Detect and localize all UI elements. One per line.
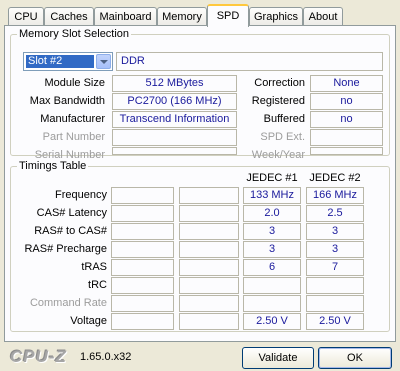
buffered-value: no bbox=[310, 111, 383, 128]
timing-row-label: Command Rate bbox=[29, 297, 107, 309]
timing-jedec2-value: 2.5 bbox=[306, 205, 364, 222]
timing-row-label: Frequency bbox=[55, 189, 107, 201]
timing-jedec1-value: 133 MHz bbox=[243, 187, 301, 204]
timing-row-label: tRAS bbox=[81, 261, 107, 273]
week-year-value bbox=[310, 147, 383, 155]
footer: CPU-Z 1.65.0.x32 Validate OK bbox=[0, 342, 400, 371]
module-size-label: Module Size bbox=[44, 77, 105, 89]
slot-select-value: Slot #2 bbox=[26, 55, 94, 68]
timing-empty-cell bbox=[111, 205, 174, 222]
timing-empty-cell bbox=[179, 223, 239, 240]
timing-jedec1-value bbox=[243, 295, 301, 312]
jedec1-header: JEDEC #1 bbox=[246, 172, 298, 184]
timing-jedec2-value bbox=[306, 277, 364, 294]
timing-empty-cell bbox=[111, 313, 174, 330]
timing-jedec1-value: 2.0 bbox=[243, 205, 301, 222]
correction-label: Correction bbox=[254, 77, 305, 89]
tab-mainboard[interactable]: Mainboard bbox=[94, 7, 157, 26]
timing-jedec2-value bbox=[306, 295, 364, 312]
registered-value: no bbox=[310, 93, 383, 110]
max-bandwidth-value: PC2700 (166 MHz) bbox=[112, 93, 237, 110]
timing-empty-cell bbox=[111, 187, 174, 204]
tab-graphics[interactable]: Graphics bbox=[249, 7, 303, 26]
timing-empty-cell bbox=[179, 241, 239, 258]
timings-group: Timings Table JEDEC #1 JEDEC #2 Frequenc… bbox=[10, 159, 390, 332]
timing-empty-cell bbox=[111, 241, 174, 258]
timing-jedec1-value: 3 bbox=[243, 241, 301, 258]
version-label: 1.65.0.x32 bbox=[80, 351, 132, 363]
timing-jedec1-value: 2.50 V bbox=[243, 313, 301, 330]
timing-jedec2-value: 2.50 V bbox=[306, 313, 364, 330]
timing-jedec2-value: 3 bbox=[306, 241, 364, 258]
timing-empty-cell bbox=[111, 259, 174, 276]
tab-caches[interactable]: Caches bbox=[44, 7, 94, 26]
timing-empty-cell bbox=[179, 187, 239, 204]
slot-select[interactable]: Slot #2 bbox=[23, 52, 113, 71]
spd-ext-label: SPD Ext. bbox=[260, 131, 305, 143]
spd-panel: Memory Slot Selection Slot #2 DDR Module… bbox=[4, 25, 396, 342]
timing-jedec1-value: 6 bbox=[243, 259, 301, 276]
manufacturer-value: Transcend Information bbox=[112, 111, 237, 128]
chevron-down-icon[interactable] bbox=[96, 54, 111, 69]
timing-empty-cell bbox=[111, 277, 174, 294]
timing-jedec2-value: 166 MHz bbox=[306, 187, 364, 204]
buffered-label: Buffered bbox=[263, 113, 305, 125]
validate-button[interactable]: Validate bbox=[242, 347, 314, 369]
registered-label: Registered bbox=[251, 95, 305, 107]
max-bandwidth-label: Max Bandwidth bbox=[29, 95, 105, 107]
timing-jedec1-value: 3 bbox=[243, 223, 301, 240]
memory-type-field: DDR bbox=[116, 52, 383, 71]
spd-ext-value bbox=[310, 129, 383, 146]
tab-cpu[interactable]: CPU bbox=[8, 7, 44, 26]
timing-empty-cell bbox=[179, 259, 239, 276]
timing-jedec2-value: 3 bbox=[306, 223, 364, 240]
manufacturer-label: Manufacturer bbox=[40, 113, 105, 125]
timing-empty-cell bbox=[179, 277, 239, 294]
timing-empty-cell bbox=[111, 223, 174, 240]
timings-group-title: Timings Table bbox=[17, 159, 89, 173]
tab-memory[interactable]: Memory bbox=[157, 7, 207, 26]
correction-value: None bbox=[310, 75, 383, 92]
timing-row-label: tRC bbox=[88, 279, 107, 291]
memory-slot-group: Memory Slot Selection Slot #2 DDR Module… bbox=[10, 27, 390, 161]
tab-spd[interactable]: SPD bbox=[207, 4, 249, 27]
timing-empty-cell bbox=[179, 295, 239, 312]
timing-empty-cell bbox=[179, 205, 239, 222]
timing-row-label: CAS# Latency bbox=[36, 207, 107, 219]
ok-button[interactable]: OK bbox=[318, 347, 392, 369]
timing-jedec1-value bbox=[243, 277, 301, 294]
jedec2-header: JEDEC #2 bbox=[309, 172, 361, 184]
tab-bar: CPU Caches Mainboard Memory SPD Graphics… bbox=[4, 4, 396, 27]
timing-jedec2-value: 7 bbox=[306, 259, 364, 276]
part-number-value bbox=[112, 129, 237, 146]
timing-row-label: RAS# to CAS# bbox=[34, 225, 107, 237]
part-number-label: Part Number bbox=[42, 131, 105, 143]
module-size-value: 512 MBytes bbox=[112, 75, 237, 92]
memory-slot-group-title: Memory Slot Selection bbox=[17, 27, 132, 41]
week-year-label: Week/Year bbox=[251, 149, 305, 161]
timing-empty-cell bbox=[111, 295, 174, 312]
timing-row-label: Voltage bbox=[70, 315, 107, 327]
timing-empty-cell bbox=[179, 313, 239, 330]
tab-about[interactable]: About bbox=[303, 7, 343, 26]
cpu-z-logo: CPU-Z bbox=[10, 347, 67, 366]
timing-row-label: RAS# Precharge bbox=[24, 243, 107, 255]
serial-number-value bbox=[112, 147, 237, 155]
